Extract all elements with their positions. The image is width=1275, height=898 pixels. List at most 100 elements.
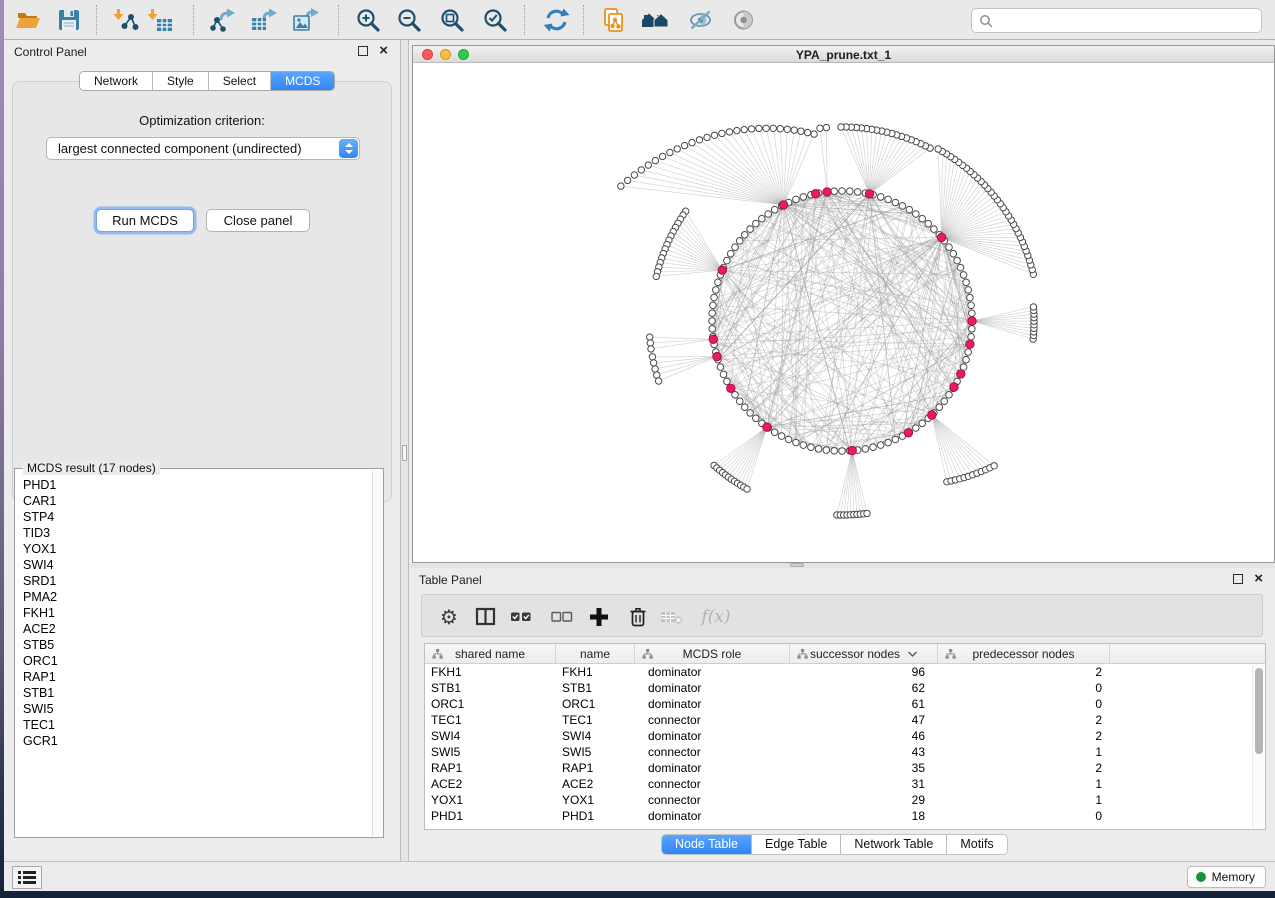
zoom-in-button[interactable]	[352, 5, 384, 35]
network-node[interactable]	[957, 264, 964, 271]
mcds-result-item[interactable]: TID3	[15, 525, 371, 541]
mcds-dominator-node[interactable]	[713, 352, 721, 360]
scrollbar-thumb[interactable]	[1255, 668, 1263, 754]
float-panel-icon[interactable]	[1233, 574, 1243, 584]
network-node[interactable]	[965, 349, 972, 356]
mcds-dominator-node[interactable]	[709, 335, 717, 343]
mcds-dominator-node[interactable]	[718, 266, 726, 274]
leaf-node[interactable]	[791, 127, 797, 133]
leaf-node[interactable]	[647, 334, 653, 340]
close-panel-button[interactable]: Close panel	[206, 209, 310, 232]
leaf-node[interactable]	[631, 172, 637, 178]
select-none-button[interactable]	[548, 603, 576, 631]
splitter-handle[interactable]	[402, 445, 407, 461]
column-header-MCDS-role[interactable]: MCDS role	[635, 644, 790, 663]
network-node[interactable]	[741, 232, 748, 239]
network-node[interactable]	[892, 199, 899, 206]
splitter-handle[interactable]	[790, 563, 804, 567]
close-panel-icon[interactable]: ×	[379, 42, 388, 60]
leaf-node[interactable]	[681, 142, 687, 148]
network-node[interactable]	[765, 211, 772, 218]
search-input[interactable]	[993, 11, 1261, 31]
table-row[interactable]: RAP1RAP1dominator352	[425, 760, 1265, 776]
network-node[interactable]	[968, 302, 975, 309]
network-node[interactable]	[753, 415, 760, 422]
network-node[interactable]	[919, 215, 926, 222]
network-node[interactable]	[946, 392, 953, 399]
mcds-list-scrollbar[interactable]	[372, 470, 383, 836]
network-node[interactable]	[968, 333, 975, 340]
mcds-result-item[interactable]: SRD1	[15, 573, 371, 589]
network-node[interactable]	[710, 302, 717, 309]
mcds-result-item[interactable]: GCR1	[15, 733, 371, 749]
task-history-button[interactable]	[12, 866, 42, 889]
mcds-result-item[interactable]: CAR1	[15, 493, 371, 509]
leaf-node[interactable]	[864, 510, 870, 516]
leaf-node[interactable]	[654, 372, 660, 378]
network-node[interactable]	[913, 211, 920, 218]
network-node[interactable]	[941, 398, 948, 405]
leaf-node[interactable]	[770, 125, 776, 131]
leaf-node[interactable]	[748, 126, 754, 132]
network-node[interactable]	[839, 188, 846, 195]
leaf-node[interactable]	[696, 137, 702, 143]
network-node[interactable]	[747, 410, 754, 417]
network-node[interactable]	[711, 294, 718, 301]
network-node[interactable]	[747, 226, 754, 233]
leaf-node[interactable]	[667, 149, 673, 155]
network-node[interactable]	[771, 429, 778, 436]
network-node[interactable]	[854, 189, 861, 196]
network-node[interactable]	[831, 448, 838, 455]
network-node[interactable]	[778, 433, 785, 440]
leaf-node[interactable]	[798, 128, 804, 134]
network-node[interactable]	[736, 238, 743, 245]
table-row[interactable]: SWI4SWI4dominator462	[425, 728, 1265, 744]
network-node[interactable]	[709, 326, 716, 333]
network-node[interactable]	[759, 215, 766, 222]
leaf-node[interactable]	[784, 126, 790, 132]
criterion-dropdown[interactable]: largest connected component (undirected)	[46, 137, 360, 160]
network-node[interactable]	[965, 287, 972, 294]
network-node[interactable]	[877, 442, 884, 449]
leaf-node[interactable]	[823, 124, 829, 130]
leaf-node[interactable]	[704, 134, 710, 140]
import-table-button[interactable]	[144, 5, 176, 35]
leaf-node[interactable]	[804, 129, 810, 135]
network-node[interactable]	[709, 318, 716, 325]
mcds-result-item[interactable]: ACE2	[15, 621, 371, 637]
table-row[interactable]: TEC1TEC1connector472	[425, 712, 1265, 728]
network-node[interactable]	[800, 194, 807, 201]
mcds-result-item[interactable]: PMA2	[15, 589, 371, 605]
network-node[interactable]	[741, 404, 748, 411]
export-network-button[interactable]	[207, 5, 239, 35]
network-node[interactable]	[892, 436, 899, 443]
network-node[interactable]	[950, 250, 957, 257]
leaf-node[interactable]	[638, 167, 644, 173]
mcds-result-item[interactable]: STB5	[15, 637, 371, 653]
network-node[interactable]	[931, 226, 938, 233]
leaf-node[interactable]	[734, 127, 740, 133]
zoom-fit-button[interactable]	[436, 5, 468, 35]
delete-row-button[interactable]	[624, 603, 652, 631]
network-node[interactable]	[717, 364, 724, 371]
column-header-name[interactable]: name	[556, 644, 635, 663]
mcds-result-item[interactable]: FKH1	[15, 605, 371, 621]
leaf-node[interactable]	[618, 183, 624, 189]
leaf-node[interactable]	[991, 463, 997, 469]
tab-select[interactable]: Select	[209, 72, 271, 90]
table-row[interactable]: FKH1FKH1dominator962	[425, 664, 1265, 680]
mcds-result-list[interactable]: PHD1CAR1STP4TID3YOX1SWI4SRD1PMA2FKH1ACE2…	[15, 477, 371, 837]
leaf-node[interactable]	[838, 124, 844, 130]
mcds-result-item[interactable]: ORC1	[15, 653, 371, 669]
table-row[interactable]: SWI5SWI5connector431	[425, 744, 1265, 760]
leaf-node[interactable]	[674, 146, 680, 152]
network-node[interactable]	[913, 425, 920, 432]
run-mcds-button[interactable]: Run MCDS	[96, 209, 194, 232]
table-row[interactable]: STB1STB1dominator620	[425, 680, 1265, 696]
tab-motifs[interactable]: Motifs	[947, 835, 1006, 854]
network-node[interactable]	[724, 378, 731, 385]
vertical-splitter[interactable]	[400, 40, 409, 861]
tab-node-table[interactable]: Node Table	[662, 835, 752, 854]
mcds-result-item[interactable]: YOX1	[15, 541, 371, 557]
mcds-dominator-node[interactable]	[763, 423, 771, 431]
